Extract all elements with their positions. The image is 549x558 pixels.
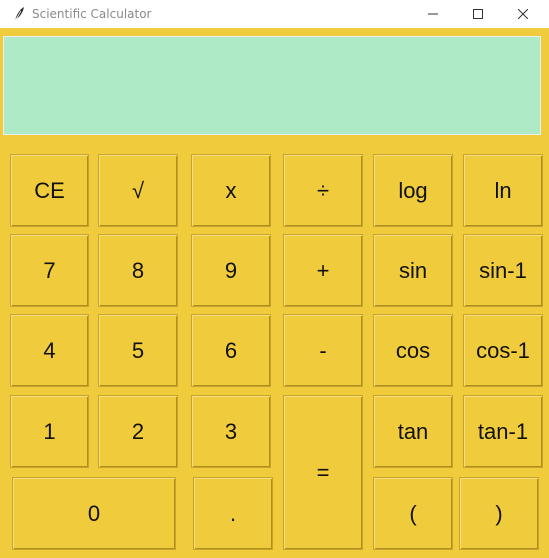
arctan-button[interactable]: tan-1 bbox=[463, 395, 543, 468]
ln-button[interactable]: ln bbox=[463, 154, 543, 227]
digit-6-button[interactable]: 6 bbox=[191, 314, 271, 387]
left-paren-button[interactable]: ( bbox=[373, 477, 453, 550]
feather-icon bbox=[12, 6, 26, 22]
minus-button[interactable]: - bbox=[283, 314, 363, 387]
digit-2-button[interactable]: 2 bbox=[98, 395, 178, 468]
digit-0-button[interactable]: 0 bbox=[12, 477, 176, 550]
right-paren-button[interactable]: ) bbox=[459, 477, 539, 550]
tan-button[interactable]: tan bbox=[373, 395, 453, 468]
digit-9-button[interactable]: 9 bbox=[191, 234, 271, 307]
digit-1-button[interactable]: 1 bbox=[10, 395, 89, 468]
maximize-button[interactable] bbox=[455, 0, 501, 28]
sin-button[interactable]: sin bbox=[373, 234, 453, 307]
calculator-body: CE √ x ÷ log ln 7 8 9 + sin sin-1 4 5 6 … bbox=[0, 28, 549, 558]
equals-button[interactable]: = bbox=[283, 395, 363, 550]
close-button[interactable] bbox=[500, 0, 546, 28]
multiply-button[interactable]: x bbox=[191, 154, 271, 227]
plus-button[interactable]: + bbox=[283, 234, 363, 307]
maximize-icon bbox=[473, 9, 483, 19]
minimize-button[interactable] bbox=[410, 0, 456, 28]
digit-7-button[interactable]: 7 bbox=[10, 234, 89, 307]
ce-button[interactable]: CE bbox=[10, 154, 89, 227]
display-screen bbox=[3, 36, 541, 135]
title-bar: Scientific Calculator bbox=[0, 0, 549, 28]
digit-4-button[interactable]: 4 bbox=[10, 314, 89, 387]
minimize-icon bbox=[428, 13, 438, 15]
digit-8-button[interactable]: 8 bbox=[98, 234, 178, 307]
divide-button[interactable]: ÷ bbox=[283, 154, 363, 227]
digit-5-button[interactable]: 5 bbox=[98, 314, 178, 387]
decimal-button[interactable]: . bbox=[193, 477, 273, 550]
window-title: Scientific Calculator bbox=[32, 7, 152, 21]
arcsin-button[interactable]: sin-1 bbox=[463, 234, 543, 307]
close-icon bbox=[518, 9, 528, 19]
log-button[interactable]: log bbox=[373, 154, 453, 227]
sqrt-button[interactable]: √ bbox=[98, 154, 178, 227]
digit-3-button[interactable]: 3 bbox=[191, 395, 271, 468]
cos-button[interactable]: cos bbox=[373, 314, 453, 387]
arccos-button[interactable]: cos-1 bbox=[463, 314, 543, 387]
